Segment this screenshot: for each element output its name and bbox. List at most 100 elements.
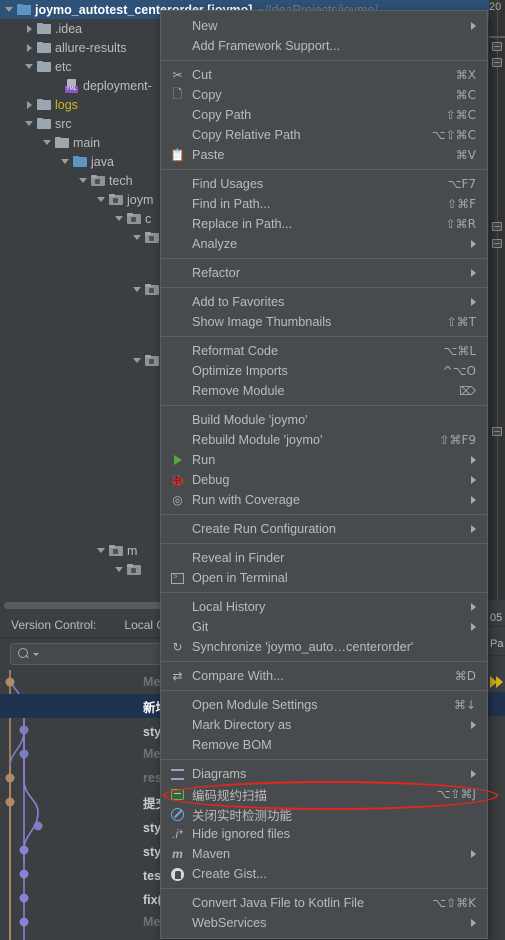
chevron-right-icon[interactable] [24,42,35,53]
maven-icon: m [172,847,183,861]
menu-item-build-module[interactable]: Build Module 'joymo' [161,410,487,430]
menu-item-replace-in-path[interactable]: Replace in Path... ⇧⌘R [161,214,487,234]
chevron-down-icon[interactable] [96,194,107,205]
menu-separator [161,759,487,760]
menu-item-label: Build Module 'joymo' [192,413,308,427]
menu-separator [161,169,487,170]
menu-item-disable-realtime-detection[interactable]: 关闭实时检测功能 [161,804,487,824]
menu-item-label: New [192,19,218,33]
git-log-selected-row-band [489,692,505,716]
chevron-right-icon[interactable] [24,23,35,34]
source-folder-icon [73,155,87,168]
menu-item-convert-java-to-kotlin[interactable]: Convert Java File to Kotlin File ⌥⇧⌘K [161,893,487,913]
menu-separator [161,592,487,593]
package-icon [127,212,141,225]
menu-item-label: Maven [192,847,231,861]
menu-item-compare-with[interactable]: ⇄ Compare With... ⌘D [161,666,487,686]
sync-icon: ↻ [172,640,183,654]
menu-item-copy[interactable]: 🗋 Copy ⌘C [161,85,487,105]
chevron-down-icon[interactable] [24,61,35,72]
chevron-down-icon[interactable] [114,564,125,575]
menu-item-label: Synchronize 'joymo_auto…centerorder' [192,640,414,654]
menu-item-shortcut: ⌥⌘L [443,344,476,358]
fold-marker-icon[interactable] [492,239,502,248]
chevron-down-icon[interactable] [4,4,15,15]
menu-item-paste[interactable]: 📋 Paste ⌘V [161,145,487,165]
menu-item-git[interactable]: Git [161,617,487,637]
menu-item-reveal-in-finder[interactable]: Reveal in Finder [161,548,487,568]
compare-icon: ⇄ [172,669,183,683]
menu-item-show-image-thumbnails[interactable]: Show Image Thumbnails ⇧⌘T [161,312,487,332]
menu-separator [161,336,487,337]
menu-item-mark-directory-as[interactable]: Mark Directory as [161,715,487,735]
tree-item-label: logs [55,97,78,112]
project-context-menu[interactable]: New Add Framework Support... ✂ Cut ⌘X 🗋 … [160,10,488,939]
tree-item-label: java [91,154,114,169]
menu-item-reformat-code[interactable]: Reformat Code ⌥⌘L [161,341,487,361]
yml-file-icon: YML [65,78,79,93]
menu-separator [161,888,487,889]
menu-item-remove-module[interactable]: Remove Module ⌦ [161,381,487,401]
menu-item-new[interactable]: New [161,16,487,36]
chevron-down-icon[interactable] [33,652,39,656]
menu-item-run-with-coverage[interactable]: ◎ Run with Coverage [161,490,487,510]
menu-item-open-module-settings[interactable]: Open Module Settings ⌘↓ [161,695,487,715]
submenu-arrow-icon [471,240,476,248]
menu-item-label: Local History [192,600,266,614]
menu-item-refactor[interactable]: Refactor [161,263,487,283]
menu-item-shortcut: ⇧⌘R [445,217,476,231]
menu-item-optimize-imports[interactable]: Optimize Imports ^⌥O [161,361,487,381]
chevron-down-icon[interactable] [24,118,35,129]
fold-marker-icon[interactable] [492,427,502,436]
menu-item-remove-bom[interactable]: Remove BOM [161,735,487,755]
menu-item-find-in-path[interactable]: Find in Path... ⇧⌘F [161,194,487,214]
chevron-down-icon[interactable] [78,175,89,186]
tree-item-label: main [73,135,101,150]
menu-item-copy-relative-path[interactable]: Copy Relative Path ⌥⇧⌘C [161,125,487,145]
chevron-down-icon[interactable] [114,213,125,224]
chevron-down-icon[interactable] [132,284,143,295]
menu-item-create-run-configuration[interactable]: Create Run Configuration [161,519,487,539]
menu-item-label: Run with Coverage [192,493,300,507]
menu-item-local-history[interactable]: Local History [161,597,487,617]
menu-item-label: Show Image Thumbnails [192,315,332,329]
menu-item-debug[interactable]: 🐞 Debug [161,470,487,490]
menu-item-label: 编码规约扫描 [192,787,268,803]
chevron-down-icon[interactable] [132,355,143,366]
search-icon [18,647,31,661]
chevron-down-icon[interactable] [96,545,107,556]
menu-item-synchronize[interactable]: ↻ Synchronize 'joymo_auto…centerorder' [161,637,487,657]
chevron-down-icon[interactable] [42,137,53,148]
gutter-divider [497,0,498,600]
package-icon [109,544,123,557]
fold-marker-icon[interactable] [492,222,502,231]
menu-item-open-in-terminal[interactable]: Open in Terminal [161,568,487,588]
chevron-down-icon[interactable] [132,232,143,243]
menu-item-label: Add Framework Support... [192,39,341,53]
menu-item-label: Copy Relative Path [192,128,301,142]
chevron-down-icon[interactable] [60,156,71,167]
chevron-right-icon[interactable] [24,99,35,110]
menu-item-run[interactable]: Run [161,450,487,470]
submenu-arrow-icon [471,850,476,858]
menu-item-diagrams[interactable]: Diagrams [161,764,487,784]
menu-item-copy-path[interactable]: Copy Path ⇧⌘C [161,105,487,125]
menu-item-add-framework-support[interactable]: Add Framework Support... [161,36,487,56]
menu-item-add-to-favorites[interactable]: Add to Favorites [161,292,487,312]
menu-separator [161,258,487,259]
fold-marker-icon[interactable] [492,42,502,51]
menu-item-find-usages[interactable]: Find Usages ⌥F7 [161,174,487,194]
author-column-fragment: Pa [490,638,504,650]
menu-item-cut[interactable]: ✂ Cut ⌘X [161,65,487,85]
submenu-arrow-icon [471,919,476,927]
menu-item-rebuild-module[interactable]: Rebuild Module 'joymo' ⇧⌘F9 [161,430,487,450]
submenu-arrow-icon [471,603,476,611]
fold-marker-icon[interactable] [492,58,502,67]
menu-item-analyze[interactable]: Analyze [161,234,487,254]
menu-item-code-convention-scan[interactable]: 编码规约扫描 ⌥⇧⌘J [161,784,487,804]
version-control-tab-local-changes[interactable]: Local C [124,618,165,632]
menu-item-hide-ignored-files[interactable]: .i* Hide ignored files [161,824,487,844]
menu-item-webservices[interactable]: WebServices [161,913,487,933]
menu-item-maven[interactable]: m Maven [161,844,487,864]
menu-item-create-gist[interactable]: Create Gist... [161,864,487,884]
